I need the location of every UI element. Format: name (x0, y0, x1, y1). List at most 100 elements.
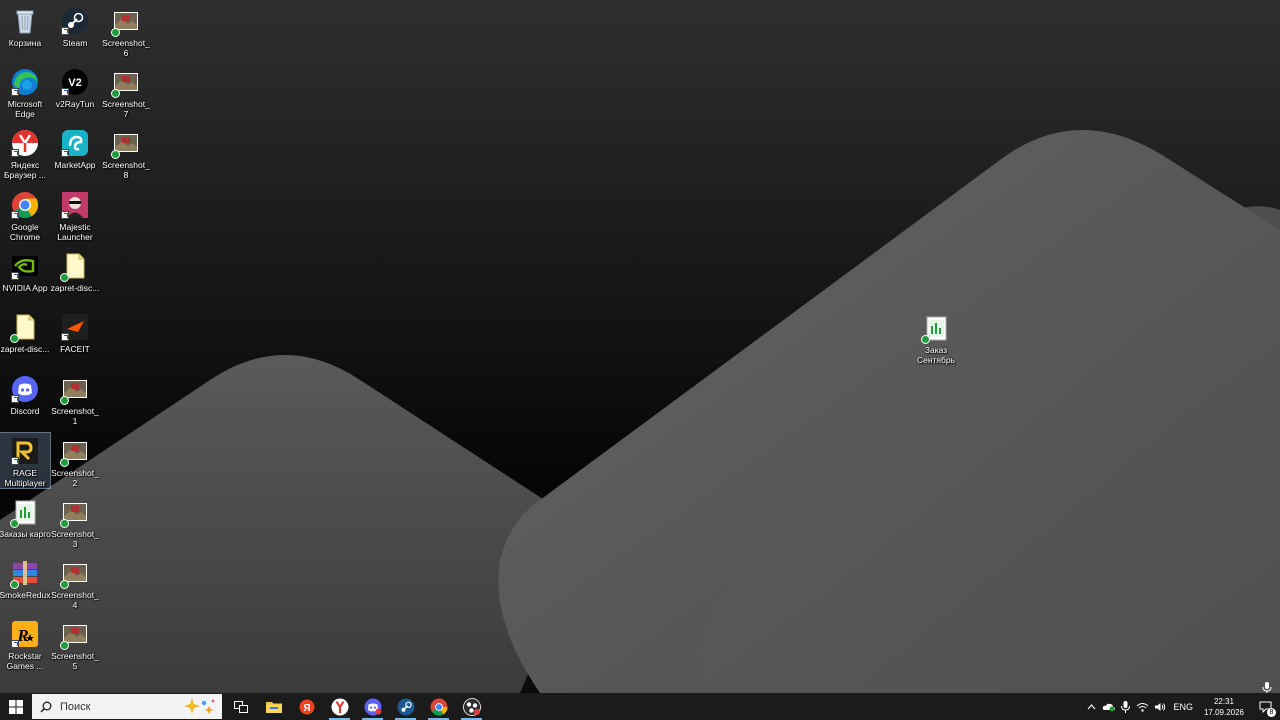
taskbar-search-box[interactable] (32, 694, 222, 719)
network-button[interactable] (1134, 693, 1151, 720)
desktop-icon-nvidia[interactable]: NVIDIA App (0, 248, 50, 293)
sync-status-icon (60, 396, 69, 405)
desktop-icon-label: SmokeRedux (0, 590, 51, 600)
sync-status-icon (10, 580, 19, 589)
desktop-icon-screenshot-8[interactable]: Screenshot_8 (101, 125, 151, 180)
svg-text:Я: Я (303, 703, 310, 714)
sync-status-icon (60, 458, 69, 467)
desktop-icon-label: Screenshot_4 (51, 590, 99, 610)
language-indicator[interactable]: ENG (1168, 693, 1198, 720)
desktop-icon-rage[interactable]: RAGE Multiplayer (0, 432, 51, 489)
desktop-icon-screenshot-7[interactable]: Screenshot_7 (101, 64, 151, 119)
file-explorer-icon (265, 700, 283, 714)
desktop-icon-screenshot-3[interactable]: Screenshot_3 (50, 494, 100, 549)
desktop-icon-recycle-bin[interactable]: Корзина (0, 3, 50, 48)
desktop-icon-smokeredux[interactable]: SmokeRedux (0, 555, 51, 600)
desktop-icon-label: zapret-disc... (50, 283, 100, 293)
shortcut-arrow-icon (61, 27, 69, 35)
image-thumbnail-icon (111, 129, 140, 159)
shortcut-arrow-icon (61, 88, 69, 96)
desktop-icon-edge[interactable]: Microsoft Edge (0, 64, 50, 119)
taskbar-obs-tb[interactable] (455, 693, 488, 720)
desktop-icon-majestic[interactable]: Majestic Launcher (50, 187, 100, 242)
desktop-icon-yandex[interactable]: Яндекс Браузер ... (0, 125, 50, 180)
desktop-icon-label: Microsoft Edge (7, 99, 43, 119)
desktop-icon-screenshot-2[interactable]: Screenshot_2 (50, 433, 100, 488)
majestic-launcher-icon (61, 191, 89, 219)
search-input[interactable] (58, 699, 182, 714)
sync-status-icon (10, 334, 19, 343)
shortcut-arrow-icon (61, 211, 69, 219)
desktop[interactable]: Корзина Steam Screenshot_6 Microsoft Edge V2… (0, 0, 1280, 693)
taskbar-discord-tb[interactable] (356, 693, 389, 720)
desktop-icon-chrome[interactable]: Google Chrome (0, 187, 50, 242)
desktop-icon-screenshot-4[interactable]: Screenshot_4 (50, 555, 100, 610)
taskbar: Я ENG 22:31 17.09.2026 8 (0, 693, 1280, 720)
desktop-icon-label: Majestic Launcher (57, 222, 93, 242)
taskbar-task-view[interactable] (224, 693, 257, 720)
desktop-icon-screenshot-1[interactable]: Screenshot_1 (50, 371, 100, 426)
desktop-icon-zakazy[interactable]: Заказы карго (0, 494, 51, 539)
shortcut-arrow-icon (11, 457, 19, 465)
taskbar-chrome-tb[interactable] (422, 693, 455, 720)
desktop-icon-label: v2RayTun (55, 99, 95, 109)
desktop-icon-zakaz-sentyabr[interactable]: Заказ Сентябрь (911, 310, 961, 365)
desktop-icon-label: MarketApp (54, 160, 96, 170)
chevron-up-icon (1088, 703, 1096, 709)
windows-logo-icon (9, 699, 23, 714)
sync-status-icon (60, 641, 69, 650)
desktop-icon-marketapp[interactable]: MarketApp (50, 125, 100, 170)
shortcut-arrow-icon (11, 88, 19, 96)
discord-icon (364, 698, 382, 716)
shortcut-arrow-icon (11, 640, 19, 648)
desktop-icon-rockstar[interactable]: R Rockstar Games ... (0, 616, 50, 671)
desktop-icon-discord[interactable]: Discord (0, 371, 50, 416)
archive-icon (10, 559, 39, 589)
steam-icon (61, 7, 89, 35)
notification-center-button[interactable]: 8 (1250, 693, 1280, 720)
edge-icon (11, 68, 39, 96)
yandex-browser-icon (11, 129, 39, 157)
desktop-icon-zapret-2[interactable]: zapret-disc... (0, 309, 50, 354)
desktop-icon-steam[interactable]: Steam (50, 3, 100, 48)
image-thumbnail-icon (111, 7, 140, 37)
desktop-icon-label: Steam (62, 38, 88, 48)
volume-button[interactable] (1151, 693, 1168, 720)
onedrive-sync-button[interactable] (1100, 693, 1117, 720)
spreadsheet-icon (10, 498, 39, 528)
desktop-icon-label: Корзина (8, 38, 42, 48)
show-hidden-icons-button[interactable] (1083, 693, 1100, 720)
file-icon (10, 313, 39, 343)
image-thumbnail-icon (60, 437, 89, 467)
desktop-icon-label: FACEIT (60, 344, 90, 354)
clock[interactable]: 22:31 17.09.2026 (1198, 696, 1250, 718)
desktop-icon-faceit[interactable]: FACEIT (50, 309, 100, 354)
sync-status-icon (111, 150, 120, 159)
taskbar-explorer[interactable] (257, 693, 290, 720)
image-thumbnail-icon (111, 68, 140, 98)
sync-status-icon (60, 580, 69, 589)
desktop-icon-screenshot-5[interactable]: Screenshot_5 (50, 616, 100, 671)
desktop-icon-zapret-1[interactable]: zapret-disc... (50, 248, 100, 293)
cloud-sync-icon (1102, 703, 1115, 712)
taskbar-yandex-tb[interactable]: Я (290, 693, 323, 720)
desktop-icon-screenshot-6[interactable]: Screenshot_6 (101, 3, 151, 58)
desktop-icon-label: RAGE Multiplayer (4, 468, 46, 488)
speaker-icon (1154, 702, 1166, 711)
obs-icon (462, 697, 481, 716)
taskbar-yandex-browser-tb[interactable] (323, 693, 356, 720)
taskbar-steam-tb[interactable] (389, 693, 422, 720)
faceit-icon (61, 313, 89, 341)
rage-mp-icon (11, 437, 39, 465)
search-icon (40, 701, 52, 713)
shortcut-arrow-icon (11, 211, 19, 219)
start-button[interactable] (0, 693, 32, 720)
desktop-icon-v2raytun[interactable]: V2 v2RayTun (50, 64, 100, 109)
shortcut-arrow-icon (11, 395, 19, 403)
sync-status-icon (60, 519, 69, 528)
clock-date: 17.09.2026 (1203, 707, 1244, 717)
chrome-icon (430, 698, 448, 716)
microphone-tray-button[interactable] (1117, 693, 1134, 720)
notification-count-badge: 8 (1267, 708, 1276, 717)
shortcut-arrow-icon (11, 149, 19, 157)
